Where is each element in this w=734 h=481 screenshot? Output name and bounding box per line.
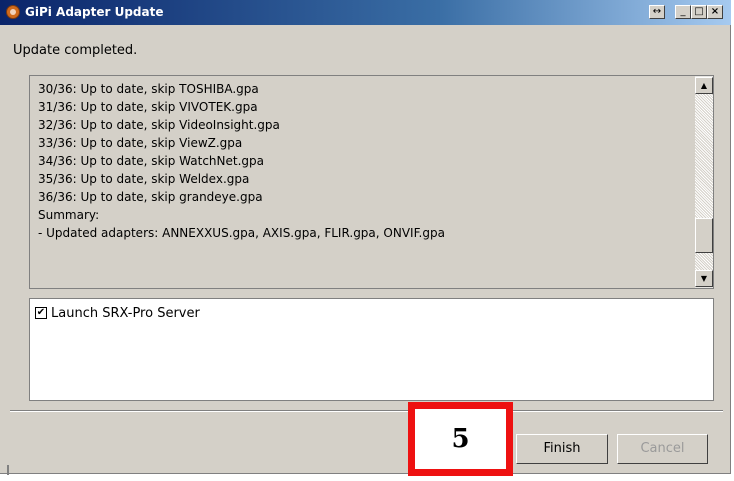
scroll-up-icon[interactable]: ▲ — [695, 77, 713, 94]
log-scrollbar[interactable]: ▲ ▼ — [695, 76, 713, 288]
title-bar[interactable]: GiPi Adapter Update ↔ _ □ × — [0, 0, 731, 25]
window-title: GiPi Adapter Update — [25, 5, 164, 19]
options-panel: ✔ Launch SRX-Pro Server — [29, 298, 714, 401]
log-line: 32/36: Up to date, skip VideoInsight.gpa — [38, 118, 280, 132]
log-line: Summary: — [38, 208, 100, 222]
step-number: 5 — [451, 424, 470, 454]
status-message: Update completed. — [13, 43, 138, 58]
finish-button[interactable]: Finish — [516, 434, 608, 464]
log-line: 30/36: Up to date, skip TOSHIBA.gpa — [38, 82, 259, 96]
step-callout-box: 5 — [408, 402, 513, 476]
launch-server-label[interactable]: Launch SRX-Pro Server — [51, 306, 200, 321]
log-line: 35/36: Up to date, skip Weldex.gpa — [38, 172, 250, 186]
close-button[interactable]: × — [707, 5, 723, 19]
minimize-button[interactable]: _ — [675, 5, 691, 19]
divider — [10, 410, 723, 412]
scroll-down-icon[interactable]: ▼ — [695, 270, 713, 287]
maximize-button[interactable]: □ — [691, 5, 707, 19]
log-line: 33/36: Up to date, skip ViewZ.gpa — [38, 136, 243, 150]
launch-server-checkbox[interactable]: ✔ — [35, 307, 47, 319]
log-line: 34/36: Up to date, skip WatchNet.gpa — [38, 154, 264, 168]
log-output[interactable]: 30/36: Up to date, skip TOSHIBA.gpa 31/3… — [29, 75, 714, 289]
log-line: 36/36: Up to date, skip grandeye.gpa — [38, 190, 263, 204]
app-icon — [6, 5, 20, 19]
launch-server-option[interactable]: ✔ Launch SRX-Pro Server — [35, 305, 200, 321]
log-line: 31/36: Up to date, skip VIVOTEK.gpa — [38, 100, 258, 114]
resize-icon[interactable]: ↔ — [649, 5, 665, 19]
log-line: - Updated adapters: ANNEXXUS.gpa, AXIS.g… — [38, 226, 445, 240]
scroll-thumb[interactable] — [695, 218, 713, 253]
log-text: 30/36: Up to date, skip TOSHIBA.gpa 31/3… — [38, 80, 688, 242]
edge-mark — [7, 465, 9, 475]
cancel-button[interactable]: Cancel — [617, 434, 708, 464]
dialog-window: GiPi Adapter Update ↔ _ □ × Update compl… — [0, 0, 731, 474]
